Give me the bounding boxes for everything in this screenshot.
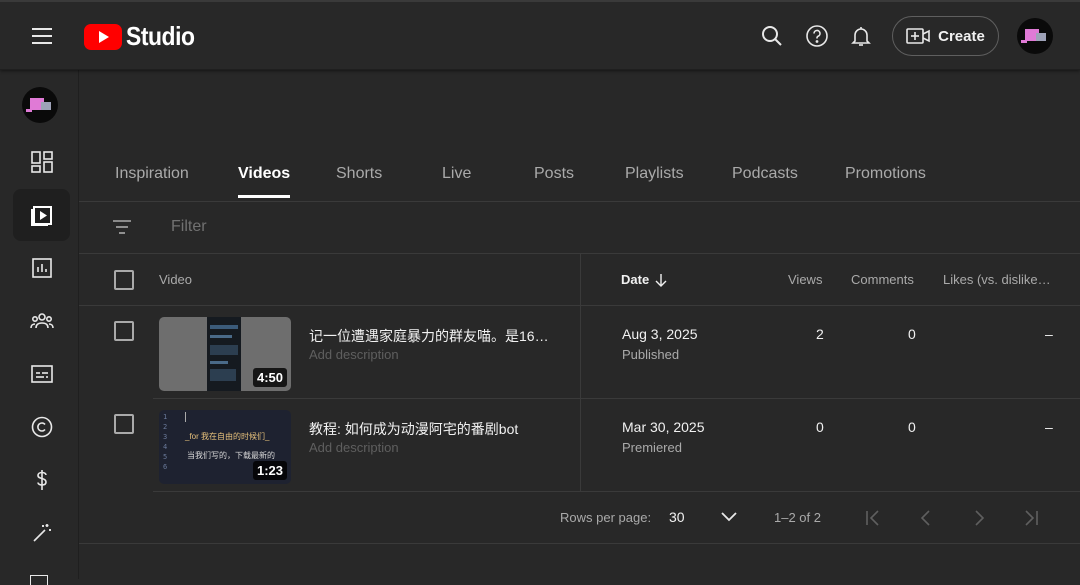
page-range: 1–2 of 2: [774, 510, 821, 525]
video-title[interactable]: 记一位遭遇家庭暴力的群友喵。是16…: [309, 326, 549, 346]
subtitles-icon: [30, 365, 53, 383]
tab-promotions[interactable]: Promotions: [845, 165, 926, 183]
table-header: Video Date Views Comments Likes (vs. dis…: [79, 254, 1080, 306]
rows-per-page-label: Rows per page:: [560, 510, 652, 525]
tab-posts[interactable]: Posts: [534, 165, 574, 183]
chevron-down-icon: [721, 512, 737, 522]
video-duration: 4:50: [252, 368, 287, 387]
sidebar: [0, 70, 79, 585]
content-tabs: Inspiration Videos Shorts Live Posts Pla…: [79, 150, 1080, 202]
row-checkbox[interactable]: [114, 321, 134, 341]
video-comments: 0: [908, 419, 916, 435]
pagination: Rows per page: 30 1–2 of 2: [79, 492, 1080, 544]
sidebar-item-dashboard[interactable]: [13, 136, 70, 188]
hamburger-menu-icon[interactable]: [22, 22, 62, 50]
next-page-icon[interactable]: [969, 508, 989, 528]
column-date-label: Date: [621, 272, 650, 287]
sidebar-item-copyright[interactable]: [13, 401, 70, 453]
sort-arrow-down-icon: [655, 273, 667, 287]
row-checkbox[interactable]: [114, 414, 134, 434]
video-date: Mar 30, 2025: [622, 419, 705, 435]
youtube-logo-icon: [84, 23, 122, 50]
main-content: Inspiration Videos Shorts Live Posts Pla…: [79, 70, 1080, 579]
filter-icon[interactable]: [112, 218, 132, 236]
video-views: 0: [816, 419, 824, 435]
column-date[interactable]: Date: [621, 272, 667, 287]
video-date: Aug 3, 2025: [622, 326, 698, 342]
tab-playlists[interactable]: Playlists: [625, 165, 684, 183]
rows-per-page-value: 30: [669, 509, 685, 525]
magic-wand-icon: [32, 524, 51, 542]
video-title[interactable]: 教程: 如何成为动漫阿宅的番剧bot: [309, 419, 518, 439]
dashboard-icon: [30, 151, 53, 173]
column-video: Video: [159, 272, 193, 287]
tab-videos[interactable]: Videos: [238, 165, 291, 198]
thumbnail-code-line-2: 当我们写的，下载最新的: [187, 451, 275, 460]
analytics-icon: [31, 258, 52, 278]
tab-podcasts[interactable]: Podcasts: [732, 165, 798, 183]
logo-text: Studio: [126, 21, 195, 51]
community-icon: [29, 313, 54, 329]
create-button[interactable]: Create: [892, 16, 999, 56]
previous-page-icon[interactable]: [916, 508, 936, 528]
content-icon: [30, 206, 52, 226]
column-likes[interactable]: Likes (vs. dislike…: [943, 272, 1051, 287]
video-duration: 1:23: [252, 461, 287, 480]
sidebar-item-content[interactable]: [13, 189, 70, 241]
filter-input[interactable]: Filter: [171, 218, 207, 236]
thumbnail-phone-screen: [207, 317, 241, 391]
copyright-icon: [31, 416, 52, 438]
studio-logo[interactable]: Studio: [84, 21, 204, 52]
account-avatar[interactable]: [1017, 18, 1053, 54]
sidebar-item-community[interactable]: [13, 295, 70, 347]
video-views: 2: [816, 326, 824, 342]
column-views[interactable]: Views: [788, 272, 822, 287]
video-description[interactable]: Add description: [309, 440, 399, 455]
tab-inspiration[interactable]: Inspiration: [115, 165, 189, 183]
sidebar-item-earn[interactable]: [13, 454, 70, 506]
first-page-icon[interactable]: [863, 508, 883, 528]
rows-per-page-select[interactable]: 30: [669, 508, 741, 528]
video-likes: –: [1045, 326, 1053, 342]
notifications-bell-icon[interactable]: [849, 24, 873, 48]
top-bar: Studio Create: [0, 0, 1080, 70]
last-page-icon[interactable]: [1021, 508, 1041, 528]
video-likes: –: [1045, 419, 1053, 435]
tab-live[interactable]: Live: [442, 165, 471, 183]
dollar-icon: [36, 470, 47, 490]
video-thumbnail[interactable]: 4:50: [159, 317, 291, 391]
filter-bar: Filter: [79, 202, 1080, 254]
video-description[interactable]: Add description: [309, 347, 399, 362]
thumbnail-code-line-1: _for 我在自由的时候们_: [185, 432, 270, 441]
sidebar-item-subtitles[interactable]: [13, 348, 70, 400]
video-comments: 0: [908, 326, 916, 342]
search-icon[interactable]: [760, 24, 784, 48]
video-status: Premiered: [622, 440, 682, 455]
channel-avatar[interactable]: [22, 87, 58, 123]
column-comments[interactable]: Comments: [851, 272, 914, 287]
tab-shorts[interactable]: Shorts: [336, 165, 382, 183]
create-label: Create: [938, 27, 985, 45]
video-thumbnail[interactable]: 123456 _for 我在自由的时候们_ 当我们写的，下载最新的 1:23: [159, 410, 291, 484]
table-row[interactable]: 4:50 记一位遭遇家庭暴力的群友喵。是16… Add description …: [79, 306, 1080, 399]
sidebar-item-customization[interactable]: [13, 507, 70, 559]
table-row[interactable]: 123456 _for 我在自由的时候们_ 当我们写的，下载最新的 1:23 教…: [79, 399, 1080, 492]
help-icon[interactable]: [805, 24, 829, 48]
video-status: Published: [622, 347, 680, 362]
sidebar-item-analytics[interactable]: [13, 242, 70, 294]
select-all-checkbox[interactable]: [114, 270, 134, 290]
create-video-icon: [906, 28, 930, 44]
sidebar-partial-icon: [30, 575, 48, 585]
